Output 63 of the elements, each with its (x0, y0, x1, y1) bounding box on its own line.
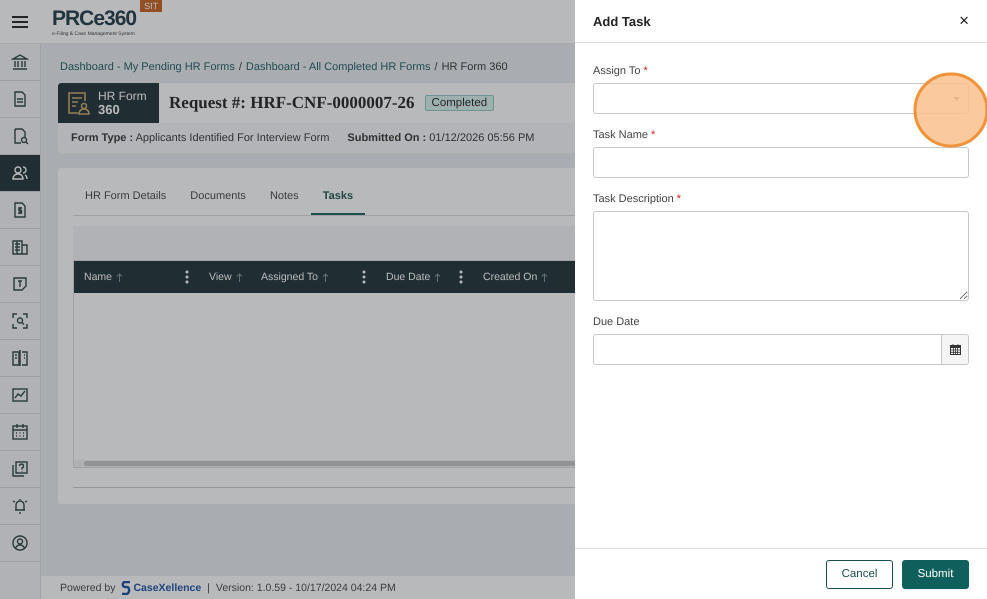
bell-icon (11, 497, 29, 515)
form-badge-title: HR Form (98, 90, 147, 103)
task-description-field[interactable] (593, 211, 969, 301)
meta-text: Submitted On : 01/12/2026 05:56 PM (347, 132, 534, 144)
field-label: Due Date (593, 316, 640, 328)
column-menu-icon[interactable] (459, 270, 463, 284)
sort-icon[interactable] (434, 272, 442, 282)
logo-text: PRCe360 (52, 6, 136, 30)
note-icon (11, 275, 29, 293)
request-number: Request #: HRF-CNF-0000007-26 (169, 93, 415, 113)
required-mark: * (651, 129, 656, 141)
user-circle-icon (11, 534, 29, 552)
brand-name: CaseXellence (133, 582, 202, 594)
field-label: Assign To * (593, 65, 649, 77)
breadcrumb-separator: / (238, 61, 242, 73)
submit-button[interactable]: Submit (902, 560, 969, 588)
bank-icon (11, 53, 29, 71)
calendar-button[interactable] (942, 334, 969, 365)
due-date-field[interactable] (593, 334, 942, 365)
sort-icon[interactable] (541, 272, 548, 282)
breadcrumb-link[interactable]: Dashboard - My Pending HR Forms (60, 61, 235, 73)
book-icon (11, 349, 29, 367)
users-icon (11, 164, 29, 182)
chart-icon (11, 386, 29, 404)
help-icon (11, 460, 29, 478)
required-mark: * (644, 65, 648, 77)
calendar-icon (950, 344, 960, 355)
form-badge-number: 360 (98, 103, 121, 116)
form-user-icon (66, 90, 92, 116)
column-header[interactable]: View (209, 271, 232, 283)
users-nav-item[interactable] (0, 155, 40, 192)
required-mark: * (676, 193, 681, 205)
tab[interactable]: HR Form Details (73, 190, 178, 215)
powered-by-text: Powered by (60, 582, 116, 594)
status-badge: Completed (424, 95, 494, 111)
scan-search-icon (11, 312, 29, 330)
column-header[interactable]: Created On (483, 271, 538, 283)
close-button[interactable]: × (959, 11, 969, 31)
building-icon (11, 238, 29, 256)
column-header[interactable]: Assigned To (261, 271, 318, 283)
task-name-field[interactable] (593, 147, 969, 178)
column-menu-icon[interactable] (185, 270, 189, 284)
calendar-icon (11, 423, 29, 441)
sort-icon[interactable] (116, 272, 124, 282)
column-header[interactable]: Due Date (386, 271, 430, 283)
cancel-button[interactable]: Cancel (826, 560, 893, 588)
drawer-title: Add Task (593, 14, 651, 28)
breadcrumb-separator: / (434, 61, 438, 73)
tab[interactable]: Tasks (310, 190, 366, 215)
field-label: Task Description * (593, 193, 682, 205)
separator-text: | (207, 582, 210, 594)
column-header[interactable]: Name (84, 271, 112, 283)
column-menu-icon[interactable] (362, 270, 366, 284)
meta-text: Form Type : Applicants Identified For Interview Form (71, 132, 330, 144)
sort-icon[interactable] (236, 272, 243, 282)
tab[interactable]: Documents (178, 190, 258, 215)
tab[interactable]: Notes (258, 190, 311, 215)
breadcrumb-current: HR Form 360 (442, 61, 508, 73)
environment-badge: SIT (140, 0, 162, 12)
breadcrumb-link[interactable]: Dashboard - All Completed HR Forms (246, 61, 431, 73)
sort-icon[interactable] (322, 272, 330, 282)
brand-logo-icon (121, 580, 132, 594)
version-text: Version: 1.0.59 - 10/17/2024 04:24 PM (216, 582, 396, 594)
